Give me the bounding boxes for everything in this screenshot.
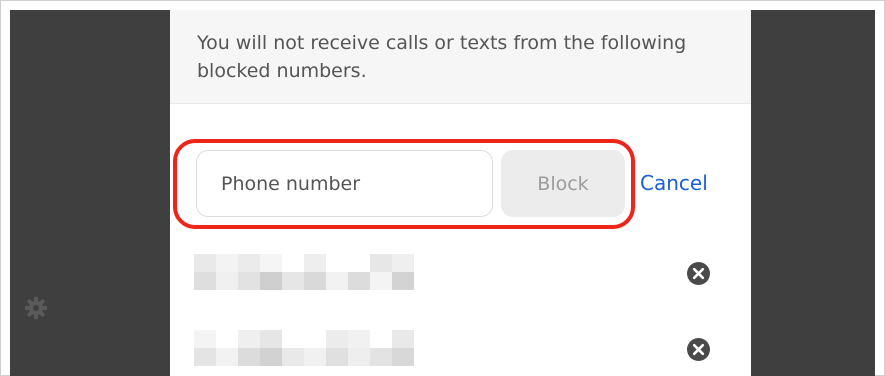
description-area: You will not receive calls or texts from… [170, 10, 751, 104]
background-overlay-left [10, 10, 170, 376]
highlight-annotation [173, 139, 635, 229]
gear-icon[interactable] [24, 296, 48, 320]
remove-number-icon[interactable] [686, 261, 711, 286]
dialog-description: You will not receive calls or texts from… [197, 32, 687, 82]
redacted-phone-number [194, 326, 424, 372]
blocked-number-row [194, 326, 734, 372]
cancel-link[interactable]: Cancel [640, 170, 708, 196]
remove-number-icon[interactable] [686, 337, 711, 362]
background-overlay-right [751, 10, 875, 376]
redacted-phone-number [194, 250, 424, 296]
blocked-number-row [194, 250, 734, 296]
